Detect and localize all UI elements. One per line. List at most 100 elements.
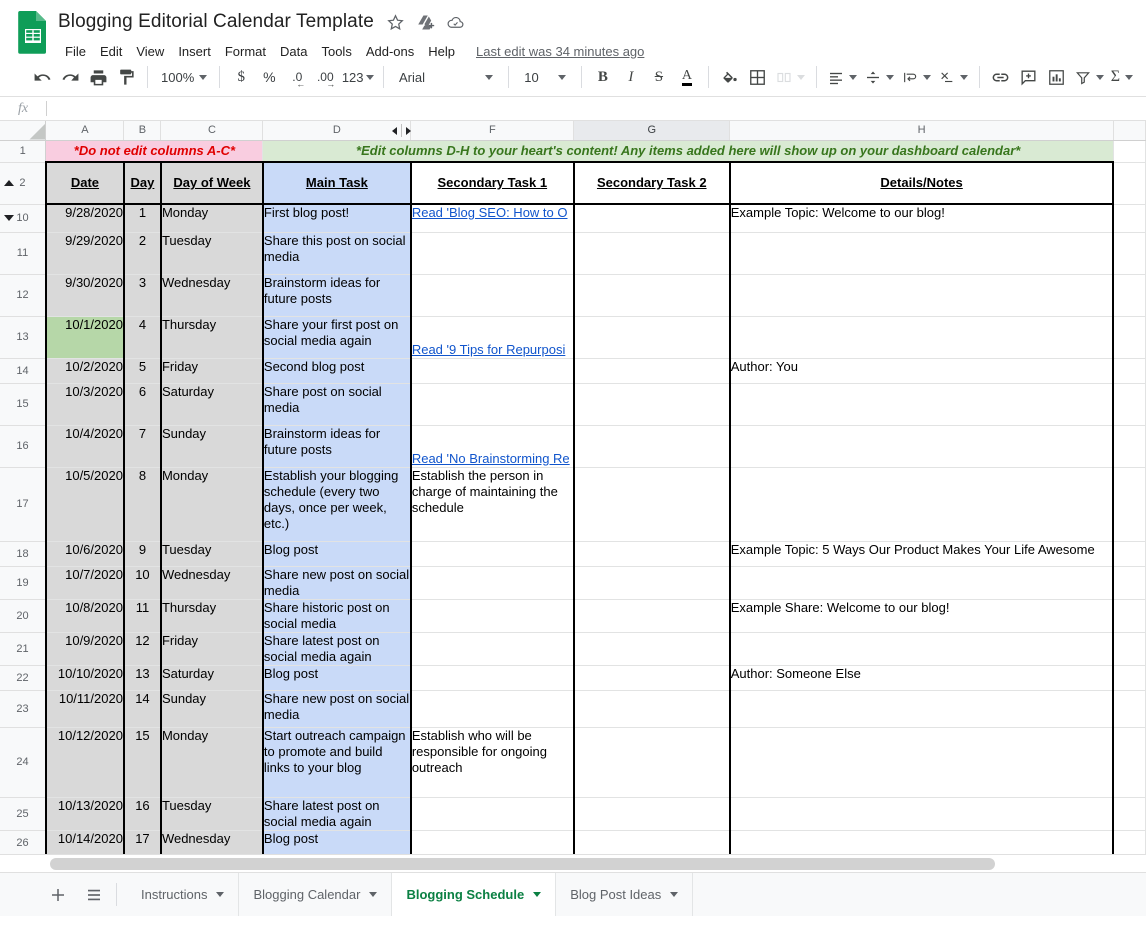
cell-day[interactable]: 9 bbox=[124, 541, 161, 566]
column-header-G[interactable]: G bbox=[574, 121, 730, 140]
insert-link-button[interactable] bbox=[987, 63, 1015, 91]
bold-button[interactable]: B bbox=[589, 63, 617, 91]
row-header-26[interactable]: 26 bbox=[0, 830, 46, 855]
row-header-24[interactable]: 24 bbox=[0, 727, 46, 797]
cell-details-notes[interactable] bbox=[730, 566, 1114, 599]
cell-date[interactable]: 10/5/2020 bbox=[46, 467, 124, 541]
menu-tools[interactable]: Tools bbox=[314, 42, 358, 61]
cell-date[interactable]: 9/28/2020 bbox=[46, 204, 124, 232]
cell-date[interactable]: 9/30/2020 bbox=[46, 274, 124, 316]
cell-link[interactable]: Read '9 Tips for Repurposi bbox=[412, 342, 566, 357]
cell-secondary-task-2[interactable] bbox=[574, 358, 730, 383]
column-header-D[interactable]: D bbox=[263, 121, 411, 140]
menu-view[interactable]: View bbox=[129, 42, 171, 61]
select-all-corner[interactable] bbox=[0, 121, 46, 140]
cell-secondary-task-1[interactable] bbox=[411, 797, 574, 830]
cell-day-of-week[interactable]: Monday bbox=[161, 204, 263, 232]
table-row[interactable]: 2310/11/202014SundayShare new post on so… bbox=[0, 690, 1146, 727]
row-header-17[interactable]: 17 bbox=[0, 467, 46, 541]
formula-input[interactable] bbox=[47, 97, 1146, 120]
cell-main-task[interactable]: Start outreach campaign to promote and b… bbox=[263, 727, 411, 797]
cell-day[interactable]: 13 bbox=[124, 665, 161, 690]
menu-format[interactable]: Format bbox=[218, 42, 273, 61]
sheet-table[interactable]: ABCDFGH 1*Do not edit columns A-C**Edit … bbox=[0, 121, 1146, 872]
redo-icon[interactable] bbox=[56, 63, 84, 91]
banner-do-not-edit[interactable]: *Do not edit columns A-C* bbox=[46, 140, 263, 162]
row-header-16[interactable]: 16 bbox=[0, 425, 46, 467]
cell-blank[interactable] bbox=[1113, 425, 1145, 467]
menu-addons[interactable]: Add-ons bbox=[359, 42, 421, 61]
cell-main-task[interactable]: Share historic post on social media bbox=[263, 599, 411, 632]
cell-date[interactable]: 9/29/2020 bbox=[46, 232, 124, 274]
cell-secondary-task-2[interactable] bbox=[574, 599, 730, 632]
cell-day[interactable]: 12 bbox=[124, 632, 161, 665]
cell-day-of-week[interactable]: Thursday bbox=[161, 599, 263, 632]
paint-format-icon[interactable] bbox=[112, 63, 140, 91]
row-header-1[interactable]: 1 bbox=[0, 140, 46, 162]
cell-secondary-task-2[interactable] bbox=[574, 566, 730, 599]
text-color-button[interactable]: A bbox=[673, 63, 701, 91]
cell-details-notes[interactable]: Author: Someone Else bbox=[730, 665, 1114, 690]
cell-main-task[interactable]: Blog post bbox=[263, 541, 411, 566]
row-header-25[interactable]: 25 bbox=[0, 797, 46, 830]
spreadsheet-grid[interactable]: ABCDFGH 1*Do not edit columns A-C**Edit … bbox=[0, 121, 1146, 872]
cell-details-notes[interactable]: Author: You bbox=[730, 358, 1114, 383]
cell-secondary-task-2[interactable] bbox=[574, 383, 730, 425]
cell-details-notes[interactable] bbox=[730, 467, 1114, 541]
vertical-align-button[interactable] bbox=[861, 63, 898, 91]
header-date[interactable]: Date bbox=[46, 162, 124, 204]
cell-main-task[interactable]: Establish your blogging schedule (every … bbox=[263, 467, 411, 541]
cell-blank[interactable] bbox=[1113, 274, 1145, 316]
cell-secondary-task-2[interactable] bbox=[574, 632, 730, 665]
cell-day-of-week[interactable]: Sunday bbox=[161, 425, 263, 467]
table-row[interactable]: 2010/8/202011ThursdayShare historic post… bbox=[0, 599, 1146, 632]
cell-secondary-task-1[interactable]: Establish the person in charge of mainta… bbox=[411, 467, 574, 541]
cell-main-task[interactable]: Second blog post bbox=[263, 358, 411, 383]
cell-date[interactable]: 10/11/2020 bbox=[46, 690, 124, 727]
menu-insert[interactable]: Insert bbox=[171, 42, 218, 61]
cell-day-of-week[interactable]: Wednesday bbox=[161, 274, 263, 316]
cell-blank[interactable] bbox=[1113, 632, 1145, 665]
menu-data[interactable]: Data bbox=[273, 42, 314, 61]
scrollbar-track[interactable] bbox=[46, 858, 1132, 870]
header-main-task[interactable]: Main Task bbox=[263, 162, 411, 204]
cell-day[interactable]: 2 bbox=[124, 232, 161, 274]
table-row[interactable]: 1310/1/20204ThursdayShare your first pos… bbox=[0, 316, 1146, 358]
cell-main-task[interactable]: Share post on social media bbox=[263, 383, 411, 425]
cell-day[interactable]: 3 bbox=[124, 274, 161, 316]
cell-secondary-task-1[interactable] bbox=[411, 690, 574, 727]
row-header-21[interactable]: 21 bbox=[0, 632, 46, 665]
horizontal-scrollbar[interactable] bbox=[0, 854, 1146, 872]
cell-secondary-task-2[interactable] bbox=[574, 204, 730, 232]
cell-secondary-task-2[interactable] bbox=[574, 232, 730, 274]
increase-decimal-button[interactable]: .00 → bbox=[311, 63, 339, 91]
cell-secondary-task-1[interactable]: Read '9 Tips for Repurposi bbox=[411, 316, 574, 358]
italic-button[interactable]: I bbox=[617, 63, 645, 91]
sheet-tab-blog-post-ideas[interactable]: Blog Post Ideas bbox=[556, 873, 693, 916]
cell-blank[interactable] bbox=[1113, 204, 1145, 232]
cell-main-task[interactable]: Share your first post on social media ag… bbox=[263, 316, 411, 358]
header-secondary-task-1[interactable]: Secondary Task 1 bbox=[411, 162, 574, 204]
row-header-13[interactable]: 13 bbox=[0, 316, 46, 358]
column-header-C[interactable]: C bbox=[161, 121, 263, 140]
cell-secondary-task-1[interactable]: Read 'No Brainstorming Re bbox=[411, 425, 574, 467]
table-row[interactable]: 2510/13/202016TuesdayShare latest post o… bbox=[0, 797, 1146, 830]
cell-secondary-task-1[interactable] bbox=[411, 599, 574, 632]
cell-date[interactable]: 10/4/2020 bbox=[46, 425, 124, 467]
header-secondary-task-2[interactable]: Secondary Task 2 bbox=[574, 162, 730, 204]
column-header-F[interactable]: F bbox=[411, 121, 574, 140]
cell-date[interactable]: 10/8/2020 bbox=[46, 599, 124, 632]
cell-day-of-week[interactable]: Saturday bbox=[161, 665, 263, 690]
cell-secondary-task-1[interactable] bbox=[411, 358, 574, 383]
decrease-decimal-button[interactable]: .0 ← bbox=[283, 63, 311, 91]
column-header-B[interactable]: B bbox=[124, 121, 161, 140]
cell-link[interactable]: Read 'No Brainstorming Re bbox=[412, 451, 570, 466]
table-row[interactable]: 109/28/20201MondayFirst blog post!Read '… bbox=[0, 204, 1146, 232]
cell-secondary-task-2[interactable] bbox=[574, 274, 730, 316]
cell-main-task[interactable]: Blog post bbox=[263, 665, 411, 690]
merge-cells-button[interactable] bbox=[772, 63, 809, 91]
cell-main-task[interactable]: Blog post bbox=[263, 830, 411, 855]
cell-blank[interactable] bbox=[1113, 140, 1145, 162]
cell-date[interactable]: 10/13/2020 bbox=[46, 797, 124, 830]
cell-secondary-task-2[interactable] bbox=[574, 830, 730, 855]
